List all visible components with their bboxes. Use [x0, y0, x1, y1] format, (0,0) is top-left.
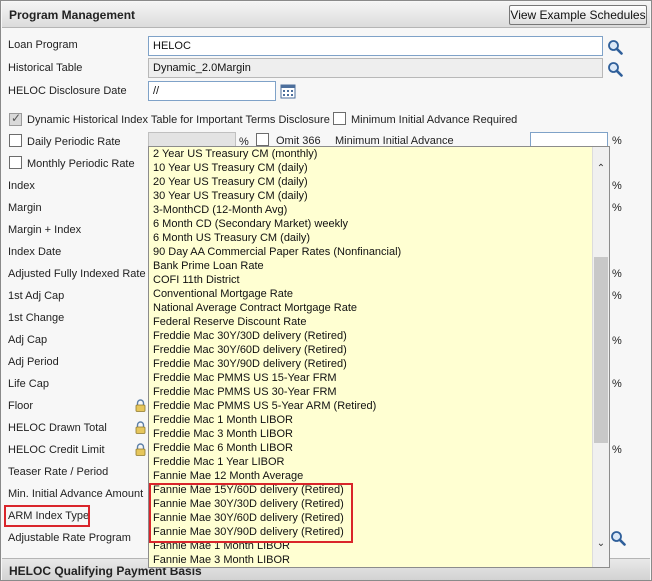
- dropdown-option[interactable]: Conventional Mortgage Rate: [149, 287, 592, 301]
- index-label: Index: [8, 180, 35, 192]
- historical-table-label: Historical Table: [8, 62, 83, 74]
- dropdown-option[interactable]: 6 Month US Treasury CM (daily): [149, 231, 592, 245]
- panel-header: Program Management View Example Schedule…: [2, 2, 650, 28]
- dropdown-option[interactable]: Federal Reserve Discount Rate: [149, 315, 592, 329]
- index-date-label: Index Date: [8, 246, 62, 258]
- dropdown-option[interactable]: 30 Year US Treasury CM (daily): [149, 189, 592, 203]
- panel-title: Program Management: [9, 8, 136, 22]
- dropdown-option[interactable]: Fannie Mae 12 Month Average: [149, 469, 592, 483]
- min-initial-required-label: Minimum Initial Advance Required: [351, 114, 518, 126]
- view-example-schedules-button[interactable]: View Example Schedules: [509, 5, 647, 25]
- arm-index-type-highlight: [4, 505, 90, 527]
- dynamic-table-label: Dynamic Historical Index Table for Impor…: [27, 114, 330, 126]
- dropdown-scrollbar[interactable]: ⌃ ⌄: [592, 147, 609, 567]
- scroll-up-icon[interactable]: ⌃: [594, 162, 608, 176]
- dropdown-option[interactable]: Freddie Mac PMMS US 30-Year FRM: [149, 385, 592, 399]
- adjustable-rate-program-label: Adjustable Rate Program: [8, 532, 131, 544]
- heloc-credit-limit-label: HELOC Credit Limit: [8, 444, 105, 456]
- dropdown-option[interactable]: Freddie Mac PMMS US 5-Year ARM (Retired): [149, 399, 592, 413]
- heloc-drawn-total-label: HELOC Drawn Total: [8, 422, 107, 434]
- lock-icon[interactable]: [135, 421, 146, 434]
- loan-program-input[interactable]: [148, 36, 603, 56]
- retired-options-highlight: [149, 483, 353, 543]
- omit-366-checkbox[interactable]: [256, 133, 269, 146]
- dropdown-option[interactable]: Freddie Mac 6 Month LIBOR: [149, 441, 592, 455]
- first-change-label: 1st Change: [8, 312, 65, 324]
- program-management-panel: Program Management View Example Schedule…: [0, 0, 652, 581]
- adjusted-fully-indexed-rate-label: Adjusted Fully Indexed Rate: [8, 268, 146, 280]
- dropdown-option[interactable]: 6 Month CD (Secondary Market) weekly: [149, 217, 592, 231]
- margin-label: Margin: [8, 202, 42, 214]
- percent-sign: %: [612, 444, 622, 456]
- floor-label: Floor: [8, 400, 34, 412]
- loan-program-label: Loan Program: [8, 39, 78, 51]
- dropdown-option[interactable]: COFI 11th District: [149, 273, 592, 287]
- dropdown-option[interactable]: Freddie Mac PMMS US 15-Year FRM: [149, 371, 592, 385]
- dropdown-option[interactable]: Freddie Mac 30Y/60D delivery (Retired): [149, 343, 592, 357]
- monthly-periodic-rate-checkbox[interactable]: [9, 156, 22, 169]
- dropdown-option[interactable]: 10 Year US Treasury CM (daily): [149, 161, 592, 175]
- percent-sign: %: [612, 135, 622, 147]
- dynamic-table-checkbox[interactable]: [9, 111, 22, 126]
- dropdown-option[interactable]: Freddie Mac 3 Month LIBOR: [149, 427, 592, 441]
- dropdown-option[interactable]: 2 Year US Treasury CM (monthly): [149, 147, 592, 161]
- daily-periodic-rate-checkbox[interactable]: [9, 134, 22, 147]
- dropdown-option[interactable]: Bank Prime Loan Rate: [149, 259, 592, 273]
- min-initial-required-checkbox[interactable]: [333, 112, 346, 125]
- life-cap-label: Life Cap: [8, 378, 49, 390]
- lock-icon[interactable]: [135, 399, 146, 412]
- dropdown-option[interactable]: Freddie Mac 30Y/90D delivery (Retired): [149, 357, 592, 371]
- percent-sign: %: [612, 335, 622, 347]
- calendar-icon[interactable]: [280, 83, 296, 99]
- monthly-periodic-rate-label: Monthly Periodic Rate: [27, 158, 135, 170]
- dropdown-option[interactable]: Fannie Mae 3 Month LIBOR: [149, 553, 592, 567]
- percent-sign: %: [612, 202, 622, 214]
- percent-sign: %: [612, 378, 622, 390]
- daily-periodic-rate-label: Daily Periodic Rate: [27, 136, 121, 148]
- search-icon[interactable]: [607, 39, 623, 55]
- percent-sign: %: [612, 268, 622, 280]
- scroll-thumb[interactable]: [594, 257, 608, 443]
- dropdown-option[interactable]: 90 Day AA Commercial Paper Rates (Nonfin…: [149, 245, 592, 259]
- dropdown-option[interactable]: National Average Contract Mortgage Rate: [149, 301, 592, 315]
- first-adj-cap-label: 1st Adj Cap: [8, 290, 65, 302]
- search-icon[interactable]: [607, 61, 623, 77]
- margin-plus-index-label: Margin + Index: [8, 224, 82, 236]
- min-initial-advance-amount-label: Min. Initial Advance Amount: [8, 488, 144, 500]
- lock-icon[interactable]: [135, 443, 146, 456]
- arm-index-type-dropdown-list[interactable]: 2 Year US Treasury CM (monthly) 10 Year U…: [148, 146, 610, 568]
- teaser-rate-period-label: Teaser Rate / Period: [8, 466, 109, 478]
- percent-sign: %: [612, 290, 622, 302]
- dropdown-option[interactable]: Freddie Mac 1 Year LIBOR: [149, 455, 592, 469]
- dropdown-option[interactable]: Freddie Mac 1 Month LIBOR: [149, 413, 592, 427]
- dropdown-option[interactable]: Freddie Mac 30Y/30D delivery (Retired): [149, 329, 592, 343]
- dropdown-option[interactable]: 20 Year US Treasury CM (daily): [149, 175, 592, 189]
- adj-period-label: Adj Period: [8, 356, 59, 368]
- adj-cap-label: Adj Cap: [8, 334, 48, 346]
- historical-table-input[interactable]: [148, 58, 603, 78]
- dropdown-option[interactable]: 3-MonthCD (12-Month Avg): [149, 203, 592, 217]
- search-icon[interactable]: [610, 530, 626, 546]
- disclosure-date-input[interactable]: [148, 81, 276, 101]
- disclosure-date-label: HELOC Disclosure Date: [8, 85, 127, 97]
- percent-sign: %: [612, 180, 622, 192]
- scroll-down-icon[interactable]: ⌄: [594, 537, 608, 551]
